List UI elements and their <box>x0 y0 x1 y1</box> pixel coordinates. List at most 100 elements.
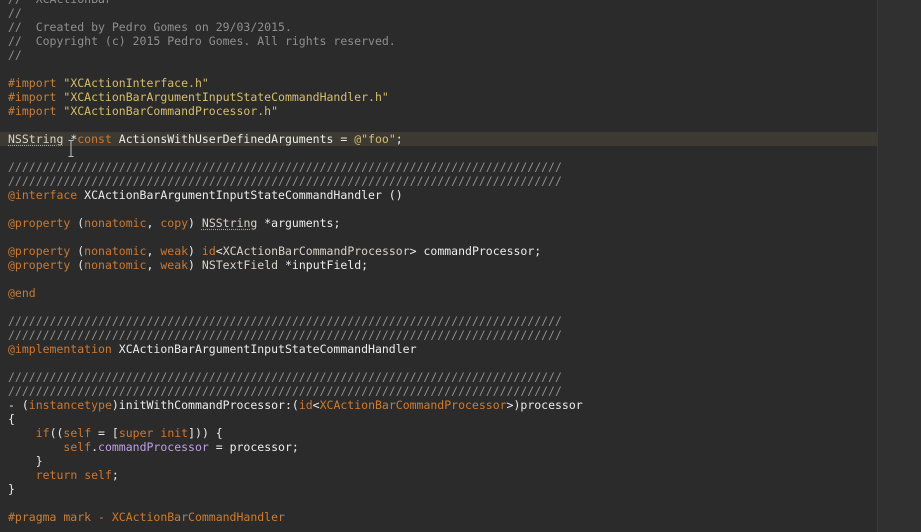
code-line[interactable] <box>8 230 875 244</box>
code-token-keyword: id <box>298 398 313 412</box>
code-line[interactable]: @implementation XCActionBarArgumentInput… <box>8 342 875 356</box>
code-token-plain: ])) { <box>188 426 223 440</box>
code-token-keyword: init <box>160 426 189 440</box>
code-token-keyword: self <box>63 440 92 454</box>
code-token-plain: XCActionBarArgumentInputStateCommandHand… <box>77 188 403 202</box>
code-line[interactable]: // Created by Pedro Gomes on 29/03/2015. <box>8 20 875 34</box>
code-line[interactable]: #pragma mark - XCActionBarCommandHandler <box>8 510 875 524</box>
code-token-keyword: @property <box>8 244 71 258</box>
code-line[interactable]: ////////////////////////////////////////… <box>8 314 875 328</box>
code-line[interactable] <box>8 496 875 510</box>
code-token-plain: , <box>146 244 161 258</box>
code-token-keyword: nonatomic <box>84 244 147 258</box>
code-token-class: NSString <box>8 132 64 146</box>
code-line[interactable]: // <box>8 48 875 62</box>
code-line[interactable]: ////////////////////////////////////////… <box>8 328 875 342</box>
code-token-plain: , <box>146 216 161 230</box>
code-token-plain: } <box>8 454 43 468</box>
code-token-class: XCActionBarCommandProcessor <box>222 244 410 258</box>
code-token-string: "XCActionBarArgumentInputStateCommandHan… <box>63 90 389 104</box>
code-token-keyword: if <box>35 426 50 440</box>
code-line[interactable]: // Copyright (c) 2015 Pedro Gomes. All r… <box>8 34 875 48</box>
code-token-plain: XCActionBarArgumentInputStateCommandHand… <box>111 342 417 356</box>
code-line[interactable]: self.commandProcessor = processor; <box>8 440 875 454</box>
code-editor[interactable]: // XCActionBar//// Created by Pedro Gome… <box>0 0 921 532</box>
code-token-comment: ////////////////////////////////////////… <box>8 314 562 328</box>
code-token-keyword: self <box>63 426 92 440</box>
code-token-plain: < <box>215 244 223 258</box>
code-line[interactable]: } <box>8 482 875 496</box>
code-token-comment: ////////////////////////////////////////… <box>8 384 562 398</box>
code-line[interactable]: @interface XCActionBarArgumentInputState… <box>8 188 875 202</box>
code-token-keyword: nonatomic <box>84 216 147 230</box>
code-line[interactable]: if((self = [super init])) { <box>8 426 875 440</box>
code-line[interactable] <box>8 356 875 370</box>
code-token-keyword: self <box>84 468 112 482</box>
code-line[interactable]: ////////////////////////////////////////… <box>8 384 875 398</box>
code-line[interactable]: #import "XCActionInterface.h" <box>8 76 875 90</box>
code-token-preproc: #import <box>8 76 64 90</box>
code-token-keyword: @end <box>8 286 36 300</box>
code-token-plain: >)processor <box>506 398 583 412</box>
code-token-plain: ( <box>70 258 85 272</box>
code-token-comment: // Copyright (c) 2015 Pedro Gomes. All r… <box>8 34 396 48</box>
code-line-current[interactable]: NSString *const ActionsWithUserDefinedAr… <box>0 132 921 146</box>
code-line[interactable]: @property (nonatomic, copy) NSString *ar… <box>8 216 875 230</box>
code-token-comment: ////////////////////////////////////////… <box>8 328 562 342</box>
code-token-plain: ) <box>188 244 202 258</box>
code-token-keyword: @implementation <box>8 342 112 356</box>
code-token-plain: = [ <box>91 426 119 440</box>
code-line[interactable]: ////////////////////////////////////////… <box>8 160 875 174</box>
code-token-keyword: id <box>201 244 216 258</box>
code-line[interactable] <box>8 202 875 216</box>
code-line[interactable]: ////////////////////////////////////////… <box>8 370 875 384</box>
code-token-preproc: #import <box>8 90 64 104</box>
code-line[interactable]: @property (nonatomic, weak) id<XCActionB… <box>8 244 875 258</box>
code-line[interactable]: #import "XCActionBarArgumentInputStateCo… <box>8 90 875 104</box>
code-token-preproc: #pragma mark - <box>8 510 112 524</box>
code-token-plain: > commandProcessor; <box>409 244 542 258</box>
code-token-comment: // <box>8 48 22 62</box>
code-token-plain: ActionsWithUserDefinedArguments = <box>111 132 355 146</box>
code-line[interactable]: #import "XCActionBarCommandProcessor.h" <box>8 104 875 118</box>
code-line[interactable]: @property (nonatomic, weak) NSTextField … <box>8 258 875 272</box>
code-line[interactable] <box>8 118 875 132</box>
code-line[interactable]: { <box>8 412 875 426</box>
code-token-class: NSTextField <box>201 258 279 272</box>
code-line[interactable] <box>8 62 875 76</box>
code-token-string: "XCActionInterface.h" <box>63 76 209 90</box>
code-token-keyword: @property <box>8 258 71 272</box>
code-line[interactable] <box>8 272 875 286</box>
code-line[interactable]: ////////////////////////////////////////… <box>8 174 875 188</box>
code-token-plain: . <box>91 440 99 454</box>
code-token-keyword: weak <box>160 244 189 258</box>
code-token-plain: * <box>63 132 78 146</box>
code-token-plain: *arguments; <box>257 216 341 230</box>
code-line[interactable]: // <box>8 6 875 20</box>
code-line[interactable] <box>8 146 875 160</box>
code-token-comment: // <box>8 6 22 20</box>
code-token-plain: ( <box>70 216 85 230</box>
code-token-keyword: @interface <box>8 188 78 202</box>
code-token-property: commandProcessor <box>98 440 209 454</box>
code-token-keyword: @property <box>8 216 71 230</box>
code-line[interactable] <box>8 300 875 314</box>
code-token-plain: } <box>8 482 15 496</box>
code-token-param: XCActionBarCommandHandler <box>111 510 285 524</box>
code-token-plain: = processor; <box>208 440 299 454</box>
code-token-plain: (( <box>49 426 64 440</box>
code-token-plain: *inputField; <box>278 258 369 272</box>
code-token-comment: ////////////////////////////////////////… <box>8 160 562 174</box>
code-token-keyword: nonatomic <box>84 258 147 272</box>
code-line[interactable]: - (instancetype)initWithCommandProcessor… <box>8 398 875 412</box>
code-token-keyword: instancetype <box>28 398 112 412</box>
code-token-plain: ; <box>111 468 119 482</box>
minimap-gutter <box>877 0 921 532</box>
code-line[interactable]: @end <box>8 286 875 300</box>
code-token-plain: ( <box>70 244 85 258</box>
code-line[interactable]: return self; <box>8 468 875 482</box>
code-token-keyword: const <box>77 132 112 146</box>
code-text-area[interactable]: // XCActionBar//// Created by Pedro Gome… <box>0 0 921 524</box>
code-line[interactable]: } <box>8 454 875 468</box>
